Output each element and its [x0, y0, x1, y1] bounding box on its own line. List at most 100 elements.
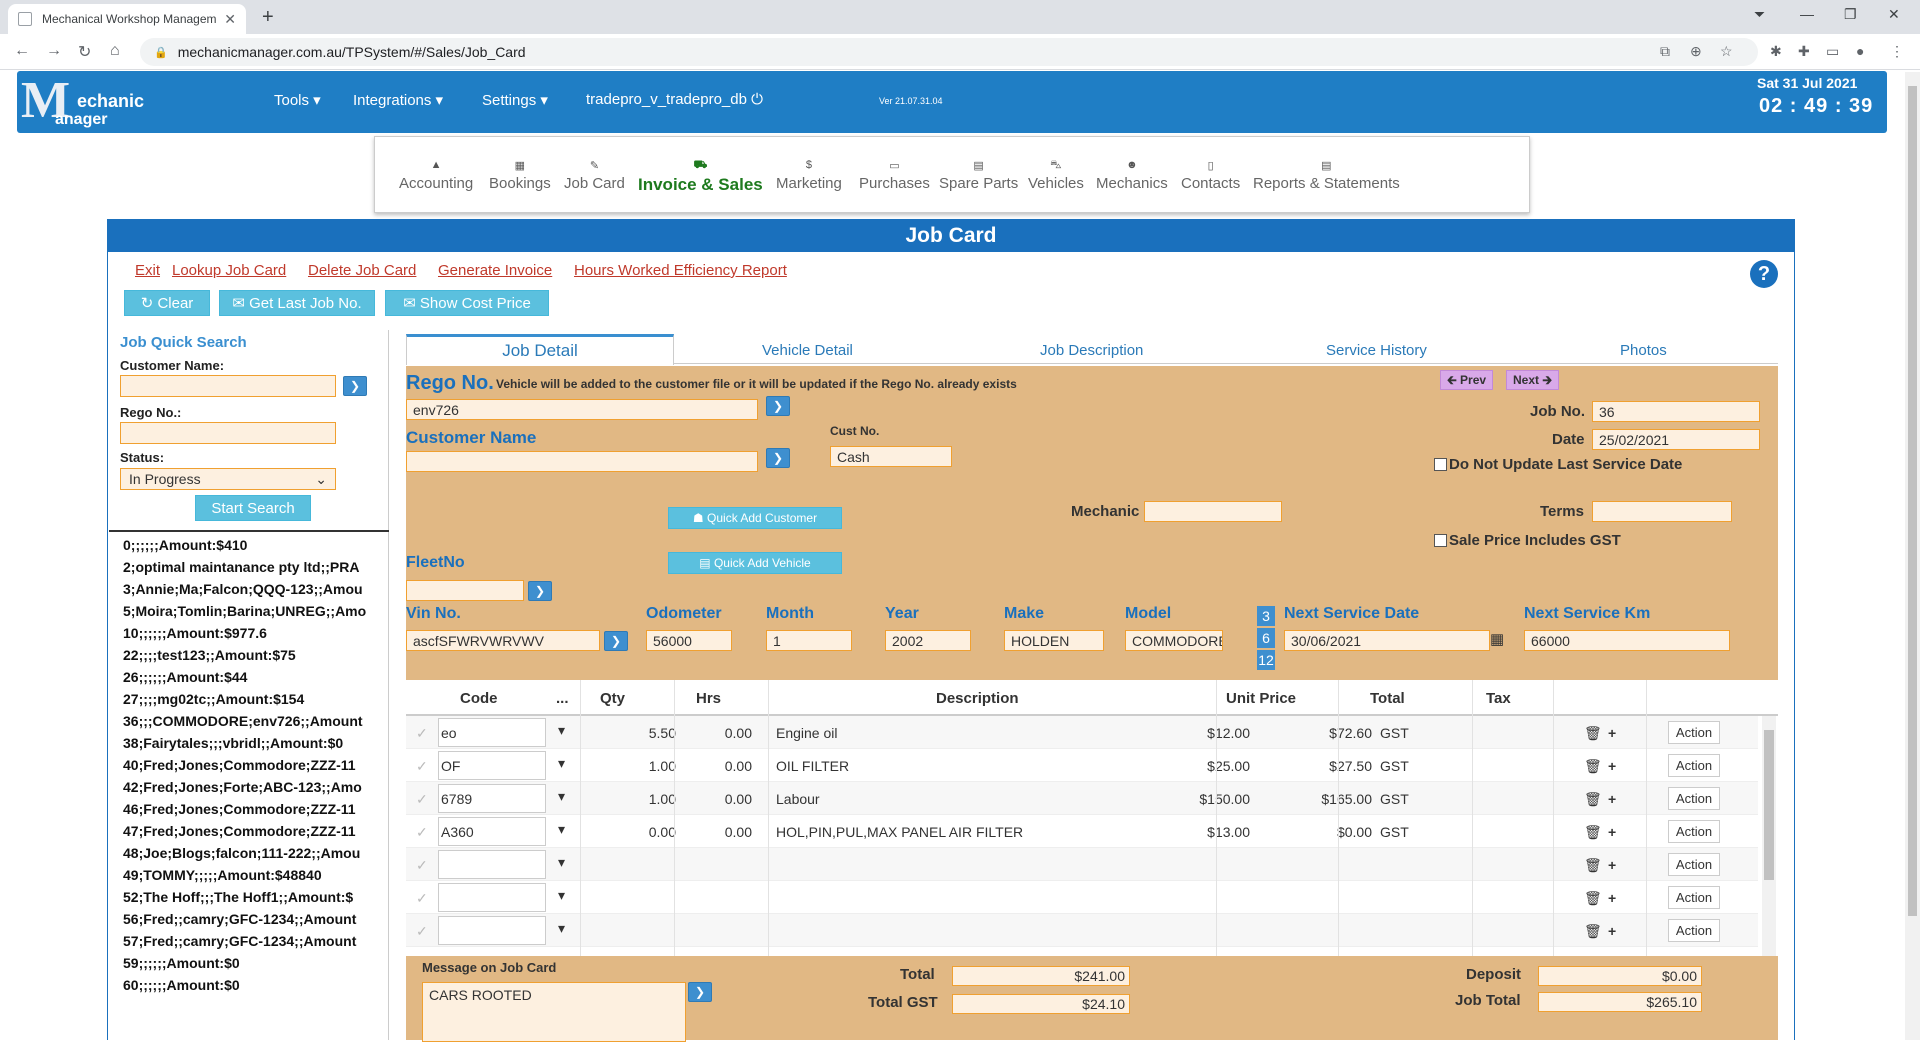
close-tab-icon[interactable]: ✕ [224, 11, 236, 28]
message-textarea[interactable]: CARS ROOTED [422, 982, 686, 1042]
module-job-card[interactable]: ✎ Job Card [564, 159, 625, 192]
status-select[interactable]: In Progress ⌄ [120, 468, 336, 490]
list-item[interactable]: 0;;;;;;Amount:$410 [109, 534, 389, 556]
table-row[interactable]: ✓ ▾ 🗑 + Action [406, 881, 1758, 914]
trash-icon[interactable]: 🗑 [1584, 791, 1602, 808]
module-bookings[interactable]: ▦ Bookings [489, 159, 551, 192]
list-item[interactable]: 42;Fred;Jones;Forte;ABC-123;;Amo [109, 776, 389, 798]
year-input[interactable]: 2002 [885, 630, 971, 651]
list-item[interactable]: 56;Fred;;camry;GFC-1234;;Amount [109, 908, 389, 930]
module-purchases[interactable]: ▭ Purchases [859, 159, 930, 192]
list-item[interactable]: 52;The Hoff;;;The Hoff1;;Amount:$ [109, 886, 389, 908]
back-icon[interactable]: ← [14, 42, 30, 60]
prev-button[interactable]: 🡰 Prev [1440, 370, 1494, 390]
url-field[interactable]: 🔒 mechanicmanager.com.au/TPSystem/#/Sale… [140, 38, 1758, 66]
terms-input[interactable] [1592, 501, 1732, 522]
start-search-button[interactable]: Start Search [195, 495, 311, 521]
scrollbar-thumb[interactable] [1908, 86, 1917, 916]
table-row[interactable]: ✓ A360 ▾ 0.00 0.00 HOL,PIN,PUL,MAX PANEL… [406, 815, 1758, 848]
code-input[interactable]: 6789 [438, 784, 546, 813]
tab-job-description[interactable]: Job Description [1040, 342, 1143, 359]
list-item[interactable]: 27;;;;mg02tc;;Amount:$154 [109, 688, 389, 710]
mechanic-input[interactable] [1144, 501, 1282, 522]
qs-customer-go-icon[interactable]: ❯ [343, 376, 367, 396]
calendar-icon[interactable]: ▦ [1490, 630, 1504, 648]
generate-invoice-link[interactable]: Generate Invoice [438, 262, 552, 279]
code-input[interactable] [438, 883, 546, 912]
reload-icon[interactable]: ↻ [78, 42, 91, 62]
tools-menu[interactable]: Tools ▾ [274, 91, 321, 109]
module-reports[interactable]: ▤ Reports & Statements [1253, 159, 1400, 192]
trash-icon[interactable]: 🗑 [1584, 758, 1602, 775]
plus-icon[interactable]: + [1608, 923, 1616, 939]
no-update-service-checkbox[interactable]: Do Not Update Last Service Date [1434, 456, 1682, 473]
table-row[interactable]: ✓ eo ▾ 5.50 0.00 Engine oil $12.00 $72.6… [406, 716, 1758, 749]
deposit-input[interactable]: $0.00 [1538, 966, 1702, 986]
next-service-km-input[interactable]: 66000 [1524, 630, 1730, 651]
tab-service-history[interactable]: Service History [1326, 342, 1427, 359]
exit-link[interactable]: Exit [135, 262, 160, 279]
list-item[interactable]: 2;optimal maintanance pty ltd;;PRA [109, 556, 389, 578]
minimize-icon[interactable]: — [1800, 6, 1814, 22]
action-button[interactable]: Action [1668, 787, 1720, 810]
caret-down-icon[interactable]: ▾ [558, 788, 565, 805]
browser-tab[interactable]: Mechanical Workshop Managem ✕ [8, 4, 246, 34]
make-input[interactable]: HOLDEN [1004, 630, 1104, 651]
action-button[interactable]: Action [1668, 820, 1720, 843]
scrollbar-thumb[interactable] [1764, 730, 1774, 880]
caret-down-icon[interactable]: ▾ [558, 821, 565, 838]
caret-down-icon[interactable]: ▾ [558, 722, 565, 739]
profile-menu-icon[interactable]: ⏷ [1754, 6, 1765, 23]
vin-go-icon[interactable]: ❯ [604, 631, 628, 651]
trash-icon[interactable]: 🗑 [1584, 890, 1602, 907]
puzzle-icon[interactable]: ✚ [1798, 43, 1810, 60]
interval-6-button[interactable]: 6 [1257, 628, 1275, 648]
lookup-job-card-link[interactable]: Lookup Job Card [172, 262, 286, 279]
model-input[interactable]: COMMODORE [1125, 630, 1223, 651]
plus-icon[interactable]: + [1608, 824, 1616, 840]
month-input[interactable]: 1 [766, 630, 852, 651]
rego-go-icon[interactable]: ❯ [766, 396, 790, 416]
new-tab-icon[interactable]: + [262, 6, 274, 29]
list-item[interactable]: 3;Annie;Ma;Falcon;QQQ-123;;Amou [109, 578, 389, 600]
extension-icon[interactable]: ✱ [1770, 43, 1782, 60]
home-icon[interactable]: ⌂ [110, 42, 120, 60]
list-item[interactable]: 22;;;;test123;;Amount:$75 [109, 644, 389, 666]
quick-add-customer-button[interactable]: ☗ Quick Add Customer [668, 507, 842, 529]
list-item[interactable]: 59;;;;;;Amount:$0 [109, 952, 389, 974]
code-input[interactable]: OF [438, 751, 546, 780]
get-last-job-button[interactable]: ✉ Get Last Job No. [219, 290, 375, 316]
table-row[interactable]: ✓ ▾ 🗑 + Action [406, 914, 1758, 947]
qs-rego-input[interactable] [120, 422, 336, 444]
zoom-icon[interactable]: ⊕ [1690, 43, 1702, 60]
code-input[interactable]: A360 [438, 817, 546, 846]
interval-12-button[interactable]: 12 [1257, 650, 1275, 670]
rego-input[interactable]: env726 [406, 399, 758, 420]
page-scrollbar[interactable] [1905, 72, 1920, 1040]
module-accounting[interactable]: ▲ Accounting [399, 159, 473, 192]
maximize-icon[interactable]: ❐ [1844, 6, 1857, 23]
list-item[interactable]: 10;;;;;;Amount:$977.6 [109, 622, 389, 644]
list-item[interactable]: 57;Fred;;camry;GFC-1234;;Amount [109, 930, 389, 952]
quick-add-vehicle-button[interactable]: ▤ Quick Add Vehicle [668, 552, 842, 574]
qs-customer-input[interactable] [120, 375, 336, 397]
trash-icon[interactable]: 🗑 [1584, 725, 1602, 742]
settings-menu[interactable]: Settings ▾ [482, 91, 548, 109]
plus-icon[interactable]: + [1608, 857, 1616, 873]
action-button[interactable]: Action [1668, 886, 1720, 909]
action-button[interactable]: Action [1668, 919, 1720, 942]
plus-icon[interactable]: + [1608, 758, 1616, 774]
bookmark-star-icon[interactable]: ☆ [1720, 43, 1733, 60]
tab-job-detail[interactable]: Job Detail [406, 334, 674, 365]
customer-name-input[interactable] [406, 451, 758, 472]
list-item[interactable]: 38;Fairytales;;;vbridl;;Amount:$0 [109, 732, 389, 754]
list-item[interactable]: 47;Fred;Jones;Commodore;ZZZ-11 [109, 820, 389, 842]
table-scrollbar[interactable] [1762, 716, 1776, 956]
next-button[interactable]: Next 🡲 [1506, 370, 1560, 390]
caret-down-icon[interactable]: ▾ [558, 887, 565, 904]
list-item[interactable]: 46;Fred;Jones;Commodore;ZZZ-11 [109, 798, 389, 820]
clear-button[interactable]: ↻ Clear [124, 290, 210, 316]
show-cost-price-button[interactable]: ✉ Show Cost Price [385, 290, 549, 316]
avatar-icon[interactable]: ● [1856, 43, 1864, 59]
next-service-date-input[interactable]: 30/06/2021 [1284, 630, 1490, 651]
